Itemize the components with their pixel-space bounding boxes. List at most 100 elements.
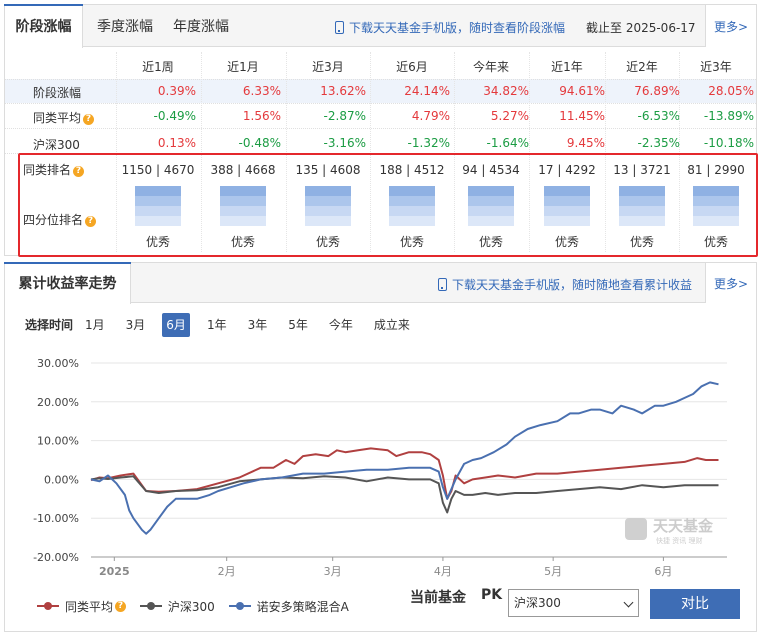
range-5y[interactable]: 5年 bbox=[284, 313, 312, 337]
tab-year-returns[interactable]: 年度涨幅 bbox=[173, 5, 229, 47]
y-tick-label: 30.00% bbox=[37, 357, 79, 370]
help-icon[interactable]: ? bbox=[83, 114, 95, 125]
period-header: 近2年 bbox=[626, 60, 658, 74]
return-value: -1.64% bbox=[486, 136, 529, 150]
period-header: 近1月 bbox=[227, 60, 259, 74]
row-label-hs300: 沪深300 bbox=[33, 138, 80, 152]
download-app-link-2[interactable]: 下载天天基金手机版，随时随地查看累计收益 bbox=[438, 276, 692, 293]
return-value: -0.49% bbox=[153, 109, 196, 123]
chart-title[interactable]: 累计收益率走势 bbox=[4, 262, 131, 304]
legend-swatch bbox=[228, 602, 251, 610]
y-axis: 30.00% 20.00% 10.00% 0.00% -10.00% -20.00% bbox=[33, 357, 79, 564]
x-tick-label: 2月 bbox=[218, 565, 236, 578]
return-value: 5.27% bbox=[490, 109, 529, 123]
return-value: 76.89% bbox=[634, 84, 680, 98]
compare-button[interactable]: 对比 bbox=[650, 589, 740, 619]
x-tick-label: 2025 bbox=[99, 565, 130, 578]
return-value: -13.89% bbox=[703, 109, 754, 123]
range-1y[interactable]: 1年 bbox=[203, 313, 231, 337]
period-header: 近3月 bbox=[312, 60, 344, 74]
chart-legend: 同类平均? 沪深300 诺安多策略混合A bbox=[37, 596, 359, 615]
return-line-chart: 30.00% 20.00% 10.00% 0.00% -10.00% -20.00% 20… bbox=[33, 357, 727, 578]
return-value: 34.82% bbox=[483, 84, 529, 98]
legend-swatch bbox=[37, 602, 59, 610]
period-header: 近6月 bbox=[396, 60, 428, 74]
watermark-logo-icon bbox=[625, 518, 647, 540]
return-value: 9.45% bbox=[566, 136, 605, 150]
pk-text: PK bbox=[481, 587, 503, 603]
phone-icon bbox=[438, 278, 447, 291]
row-divider bbox=[5, 103, 756, 104]
tab-bar: 阶段涨幅 季度涨幅 年度涨幅 下载天天基金手机版，随时查看阶段涨幅 截止至 20… bbox=[4, 4, 756, 48]
download-app-text: 下载天天基金手机版，随时查看阶段涨幅 bbox=[349, 21, 566, 35]
series-line-2 bbox=[90, 381, 719, 535]
series-line-1 bbox=[90, 475, 719, 514]
return-value: -2.35% bbox=[637, 136, 680, 150]
return-value: -2.87% bbox=[323, 109, 366, 123]
stage-returns-panel: 阶段涨幅 季度涨幅 年度涨幅 下载天天基金手机版，随时查看阶段涨幅 截止至 20… bbox=[4, 4, 758, 257]
x-tick-label: 3月 bbox=[324, 565, 342, 578]
return-value: -0.48% bbox=[238, 136, 281, 150]
return-value: 11.45% bbox=[559, 109, 605, 123]
chart-series bbox=[90, 381, 719, 535]
more-link-2[interactable]: 更多> bbox=[705, 263, 756, 303]
return-value: -10.18% bbox=[703, 136, 754, 150]
y-tick-label: 0.00% bbox=[44, 473, 79, 486]
tab-quarter-returns[interactable]: 季度涨幅 bbox=[97, 5, 153, 47]
y-tick-label: 10.00% bbox=[37, 435, 79, 448]
return-value: 1.56% bbox=[242, 109, 281, 123]
range-selector: 选择时间 1月 3月 6月 1年 3年 5年 今年 成立来 bbox=[25, 313, 427, 337]
y-tick-label: -10.00% bbox=[33, 512, 79, 525]
y-tick-label: -20.00% bbox=[33, 551, 79, 564]
more-link[interactable]: 更多> bbox=[705, 5, 756, 47]
tab-stage-returns[interactable]: 阶段涨幅 bbox=[4, 4, 83, 48]
help-icon[interactable]: ? bbox=[115, 600, 127, 612]
cumulative-return-panel: 累计收益率走势 下载天天基金手机版，随时随地查看累计收益 更多> 选择时间 1月 3… bbox=[4, 262, 757, 632]
legend-hs300[interactable]: 沪深300 bbox=[139, 598, 215, 615]
legend-fund[interactable]: 诺安多策略混合A bbox=[228, 598, 349, 615]
pk-select[interactable]: 沪深300 bbox=[508, 589, 639, 617]
period-header: 近3年 bbox=[700, 60, 732, 74]
range-3y[interactable]: 3年 bbox=[244, 313, 272, 337]
chart-header: 累计收益率走势 下载天天基金手机版，随时随地查看累计收益 更多> bbox=[4, 262, 756, 304]
return-value: 6.33% bbox=[242, 84, 281, 98]
return-value: 13.62% bbox=[320, 84, 366, 98]
chevron-down-icon bbox=[623, 597, 634, 608]
range-since-inception[interactable]: 成立来 bbox=[370, 313, 414, 337]
return-value: 28.05% bbox=[708, 84, 754, 98]
x-tick-label: 4月 bbox=[434, 565, 452, 578]
range-6m[interactable]: 6月 bbox=[162, 313, 190, 337]
watermark-brand: 天天基金 bbox=[653, 517, 714, 535]
range-3m[interactable]: 3月 bbox=[122, 313, 150, 337]
rank-highlight-box bbox=[18, 153, 758, 257]
watermark: 天天基金 快捷 资讯 理财 bbox=[625, 517, 714, 545]
return-value: -6.53% bbox=[637, 109, 680, 123]
row-divider bbox=[5, 79, 756, 80]
return-value: 94.61% bbox=[559, 84, 605, 98]
row-label-peer: 同类平均? bbox=[33, 109, 95, 126]
period-header: 近1年 bbox=[551, 60, 583, 74]
return-value: 4.79% bbox=[411, 109, 450, 123]
range-1m[interactable]: 1月 bbox=[81, 313, 109, 337]
watermark-sub: 快捷 资讯 理财 bbox=[656, 536, 702, 545]
download-app-link[interactable]: 下载天天基金手机版，随时查看阶段涨幅 bbox=[335, 19, 565, 36]
legend-peer-average[interactable]: 同类平均? bbox=[37, 598, 127, 615]
return-value: 0.39% bbox=[157, 84, 196, 98]
return-value: 24.14% bbox=[404, 84, 450, 98]
y-tick-label: 20.00% bbox=[37, 396, 79, 409]
download-app-text-2: 下载天天基金手机版，随时随地查看累计收益 bbox=[452, 278, 693, 292]
x-tick-label: 5月 bbox=[544, 565, 562, 578]
return-value: 0.13% bbox=[157, 136, 196, 150]
period-header: 今年来 bbox=[472, 60, 509, 74]
x-tick-label: 6月 bbox=[654, 565, 672, 578]
pk-label: 当前基金 bbox=[410, 590, 466, 606]
range-label: 选择时间 bbox=[25, 318, 74, 332]
range-ytd[interactable]: 今年 bbox=[325, 313, 357, 337]
legend-swatch bbox=[139, 602, 162, 610]
phone-icon bbox=[335, 21, 344, 34]
period-header: 近1周 bbox=[142, 60, 174, 74]
as-of-date: 截止至 2025-06-17 bbox=[586, 21, 696, 35]
row-label-stage: 阶段涨幅 bbox=[33, 86, 82, 100]
return-value: -3.16% bbox=[323, 136, 366, 150]
row-divider bbox=[5, 128, 756, 129]
